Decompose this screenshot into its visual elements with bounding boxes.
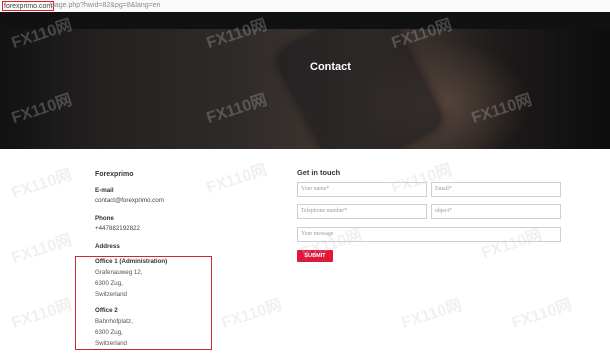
office-1: Office 1 (Administration) Grafenauweg 12… [95,256,167,300]
submit-button[interactable]: SUBMIT [297,250,333,262]
form-heading: Get in touch [297,168,341,177]
phone-number: +447882192822 [95,225,140,232]
office-address-line: Switzerland [95,291,127,298]
email-field[interactable]: Email* [431,182,561,197]
email-link[interactable]: contact@forexprimo.com [95,196,255,206]
watermark-logo: FX110网 [509,296,575,333]
hero-overlay [0,29,610,149]
address-label: Address [95,243,120,250]
office-2: Office 2 Bahnhofplatz, 6300 Zug, Switzer… [95,305,133,349]
contact-info: Forexprimo E-mail contact@forexprimo.com… [95,170,255,252]
page-title: Contact [310,61,351,73]
watermark-logo: FX110网 [9,231,75,268]
object-field[interactable]: object* [431,204,561,219]
name-field[interactable]: Your name* [297,182,427,197]
url-path: /page.php?hwid=82&pg=8&lang=en [49,2,161,9]
office-title: Office 1 (Administration) [95,258,168,265]
office-title: Office 2 [95,307,118,314]
email-label: E-mail [95,187,114,194]
company-name: Forexprimo [95,171,134,178]
office-address-line: Bahnhofplatz, [95,318,133,325]
phone-label: Phone [95,215,114,222]
watermark-logo: FX110网 [9,296,75,333]
office-address-line: 6300 Zug, [95,280,123,287]
contact-form-heading-wrap: Get in touch [297,168,340,177]
watermark-logo: FX110网 [219,296,285,333]
hero-banner: Contact [0,29,610,149]
office-address-line: Grafenauweg 12, [95,269,143,276]
watermark-logo: FX110网 [399,296,465,333]
office-address-line: Switzerland [95,340,127,347]
address-bar[interactable]: forexprimo.com /page.php?hwid=82&pg=8&la… [0,0,610,12]
top-nav-bar [0,12,610,29]
telephone-field[interactable]: Telephone number* [297,204,427,219]
watermark-logo: FX110网 [9,166,75,203]
office-address-line: 6300 Zug, [95,329,123,336]
url-domain: forexprimo.com [2,1,55,11]
message-field[interactable]: Your message [297,227,561,242]
